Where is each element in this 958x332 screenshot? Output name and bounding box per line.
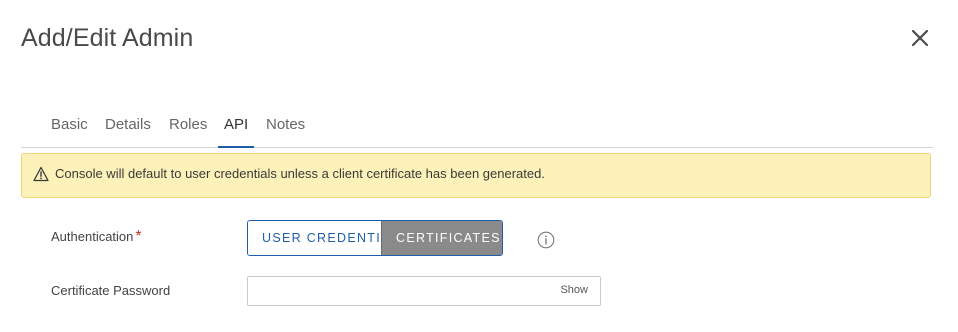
warning-banner: Console will default to user credentials… bbox=[21, 153, 931, 198]
tab-api[interactable]: API bbox=[218, 116, 255, 148]
show-password-button[interactable]: Show bbox=[560, 284, 588, 296]
tab-basic[interactable]: Basic bbox=[51, 116, 88, 146]
close-button[interactable] bbox=[908, 26, 932, 50]
authentication-toggle: USER CREDENTIALS CERTIFICATES bbox=[247, 220, 503, 256]
certificate-password-label: Certificate Password bbox=[51, 283, 171, 298]
authentication-label-text: Authentication bbox=[51, 229, 134, 244]
certificates-button[interactable]: CERTIFICATES bbox=[381, 221, 502, 255]
warning-triangle-icon bbox=[33, 166, 49, 182]
warning-text: Console will default to user credentials… bbox=[55, 166, 545, 181]
required-mark: * bbox=[135, 228, 142, 245]
authentication-label: Authentication * bbox=[51, 228, 142, 246]
tab-roles[interactable]: Roles bbox=[169, 116, 207, 146]
dialog-title: Add/Edit Admin bbox=[21, 24, 194, 52]
tab-details[interactable]: Details bbox=[105, 116, 151, 146]
certificate-password-input[interactable] bbox=[254, 278, 558, 306]
user-credentials-button[interactable]: USER CREDENTIALS bbox=[248, 221, 407, 255]
info-icon[interactable] bbox=[537, 231, 555, 249]
tab-notes[interactable]: Notes bbox=[266, 116, 305, 146]
certificate-password-field: Show bbox=[247, 276, 601, 306]
close-icon bbox=[911, 29, 929, 47]
tab-bar: Basic Details Roles API Notes bbox=[21, 110, 933, 148]
